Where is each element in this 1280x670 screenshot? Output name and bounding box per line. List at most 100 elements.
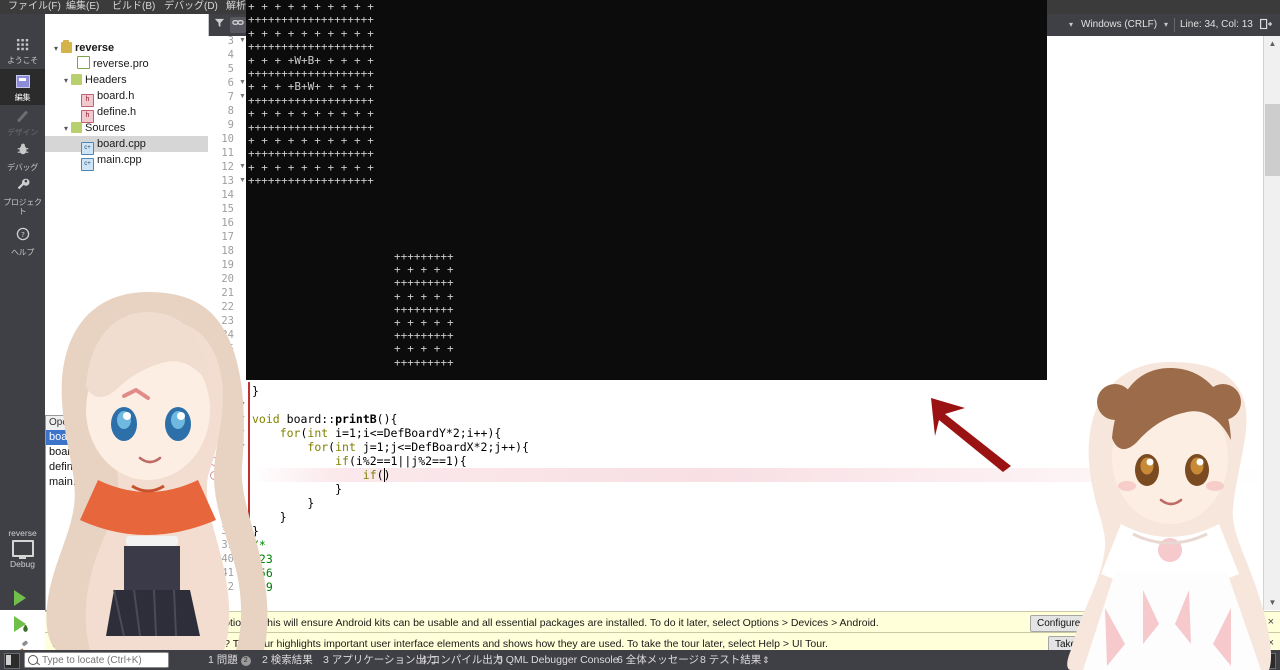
editor-gutter[interactable]: 3 ▼ 4 5 6 ▼ 7 ▼ 8 9 10 11 12 ▼ 13 ▼ 14 15 16 17 18 19 20 21 22 23… — [208, 36, 248, 610]
output-tab-compile-output[interactable]: 4 コンパイル出力 — [421, 653, 503, 667]
application-console-window[interactable]: + + + + + + + + + + +++++++++++++++++++ + … — [246, 0, 1047, 380]
line-number: 34 — [221, 469, 234, 481]
open-document-define-h[interactable]: define.h* — [46, 460, 163, 475]
line-number: 31 — [221, 427, 234, 439]
line-number: 18 — [221, 245, 234, 257]
code-line[interactable]: } — [252, 384, 259, 398]
menu-item-edit[interactable]: 編集(E) — [62, 0, 103, 14]
link-icon[interactable] — [230, 17, 246, 33]
open-document-main-cpp[interactable]: main.cpp — [46, 475, 163, 490]
line-number: 17 — [221, 231, 234, 243]
fold-marker-icon[interactable]: ▼ — [238, 412, 247, 426]
infobar-ui-tour-text: Would you like to take a quick UI tour? … — [51, 638, 828, 650]
menu-item-debug[interactable]: デバッグ(D) — [160, 0, 222, 14]
fold-marker-icon[interactable]: ▼ — [238, 524, 247, 538]
mode-help[interactable]: ? ヘルプ — [0, 226, 45, 257]
output-tab-test-results[interactable]: 8 テスト結果 — [700, 653, 761, 667]
menu-item-file[interactable]: ファイル(F) — [4, 0, 65, 14]
twisty-icon[interactable]: ▾ — [51, 41, 61, 57]
close-icon[interactable]: × — [1268, 616, 1274, 628]
console-board-row: +++++++++ — [394, 250, 454, 263]
line-number: 33 — [221, 455, 234, 467]
console-board-row: +++++++++++++++++++ — [248, 120, 374, 134]
code-line[interactable]: } — [252, 496, 314, 510]
code-line[interactable]: for(int j=1;j<=DefBoardX*2;j++){ — [252, 440, 529, 454]
close-icon[interactable]: × — [1268, 637, 1274, 649]
tree-item-headers[interactable]: ▾ Headers — [45, 72, 224, 88]
scrollbar-thumb[interactable] — [1265, 104, 1280, 176]
filter-icon[interactable] — [211, 17, 227, 33]
line-number: 40 — [221, 553, 234, 565]
console-board-row: + + + + + + + + + + — [248, 0, 374, 13]
code-line[interactable]: if() — [252, 468, 391, 482]
output-tab-issues[interactable]: 1 問題 2 — [208, 653, 251, 667]
mode-selector: ようこそ 編集 デザイン デバッグ プロジェクト ? ヘルプ — [0, 14, 45, 610]
menu-item-build[interactable]: ビルド(B) — [108, 0, 159, 14]
code-line[interactable]: } — [252, 510, 287, 524]
fold-marker-icon[interactable]: ▼ — [238, 426, 247, 440]
mode-projects[interactable]: プロジェクト — [0, 176, 45, 216]
open-document-board-cpp[interactable]: board.cpp — [46, 430, 163, 445]
tree-item-reverse-pro[interactable]: reverse.pro — [45, 56, 230, 72]
search-input[interactable]: Type to locate (Ctrl+K) — [24, 652, 169, 668]
breakpoint-marker[interactable] — [210, 471, 219, 480]
tree-item-reverse[interactable]: ▾ reverse — [45, 40, 214, 56]
code-line[interactable]: void board::printB(){ — [252, 412, 397, 426]
line-number: 36 — [221, 497, 234, 509]
code-line[interactable]: if(i%2==1||j%2==1){ — [252, 454, 467, 468]
code-line[interactable]: } — [252, 524, 259, 538]
run-button[interactable] — [14, 590, 26, 606]
output-tab-application-output[interactable]: 3 アプリケーション出力 — [323, 653, 437, 667]
mode-edit[interactable]: 編集 — [0, 69, 45, 105]
console-board-row: + + + + + — [394, 263, 454, 277]
line-number: 42 — [221, 581, 234, 593]
configure-android-button[interactable]: Configure Android — [1030, 615, 1125, 632]
twisty-icon[interactable]: ▾ — [61, 121, 71, 137]
breakpoint-marker[interactable] — [210, 457, 219, 466]
mode-debug-label: デバッグ — [7, 163, 38, 172]
tab-number: 6 — [617, 654, 623, 666]
mode-debug[interactable]: デバッグ — [0, 141, 45, 172]
folder-green-icon — [71, 74, 82, 85]
debug-button[interactable] — [14, 616, 28, 632]
code-line[interactable]: 123 — [252, 552, 273, 566]
tree-item-sources[interactable]: ▾ Sources — [45, 120, 224, 136]
encoding-label[interactable]: Windows (CRLF) — [1081, 19, 1157, 30]
tab-label: 検索結果 — [270, 654, 313, 666]
toggle-sidebar-icon[interactable] — [4, 653, 20, 669]
position-chevron-icon[interactable]: ▾ — [1164, 20, 1168, 29]
tab-number: 8 — [700, 654, 706, 666]
open-documents-title: Open Documents — [46, 416, 163, 430]
output-tab-search-results[interactable]: 2 検索結果 — [262, 653, 313, 667]
code-line[interactable]: } — [252, 482, 342, 496]
encoding-chevron-icon[interactable]: ▾ — [1069, 20, 1073, 29]
scroll-up-arrow[interactable]: ▲ — [1264, 36, 1280, 51]
mode-welcome[interactable]: ようこそ — [0, 34, 45, 65]
tab-label: QML Debugger Console — [505, 654, 619, 666]
scroll-down-arrow[interactable]: ▼ — [1264, 595, 1280, 610]
line-number: 4 — [227, 49, 234, 61]
code-line[interactable]: /* — [252, 538, 266, 552]
line-number: 37 — [221, 511, 234, 523]
fold-marker-icon[interactable]: ▼ — [238, 440, 247, 454]
open-document-board-h[interactable]: board.h — [46, 445, 163, 460]
console-board-row: + + + + + — [394, 316, 454, 329]
fold-marker-icon[interactable]: ▼ — [238, 398, 247, 412]
line-number: 13 — [221, 175, 234, 187]
split-editor-icon[interactable] — [1260, 18, 1272, 33]
line-number: 3 — [227, 36, 234, 47]
toggle-output-pane-icon[interactable] — [1260, 653, 1276, 669]
folder-green-icon — [71, 122, 82, 133]
output-resize-handle[interactable]: ⇕ — [762, 653, 770, 667]
mode-projects-label: プロジェクト — [3, 198, 42, 216]
console-board-row: +++++++++++++++++++ — [248, 174, 374, 188]
twisty-icon[interactable]: ▾ — [61, 73, 71, 89]
code-line[interactable]: 456 — [252, 566, 273, 580]
android-later-button[interactable]: 今は — [1135, 615, 1169, 632]
editor-vertical-scrollbar[interactable]: ▲ ▼ — [1263, 36, 1280, 610]
output-tab-general-messages[interactable]: 6 全体メッセージ — [617, 653, 699, 667]
code-line[interactable]: 789 — [252, 580, 273, 594]
output-tab-qml-debugger-console[interactable]: 5 QML Debugger Console — [497, 653, 619, 667]
code-line[interactable]: for(int i=1;i<=DefBoardY*2;i++){ — [252, 426, 502, 440]
infobar-android-text: Would you like to configure Android opti… — [51, 617, 879, 629]
